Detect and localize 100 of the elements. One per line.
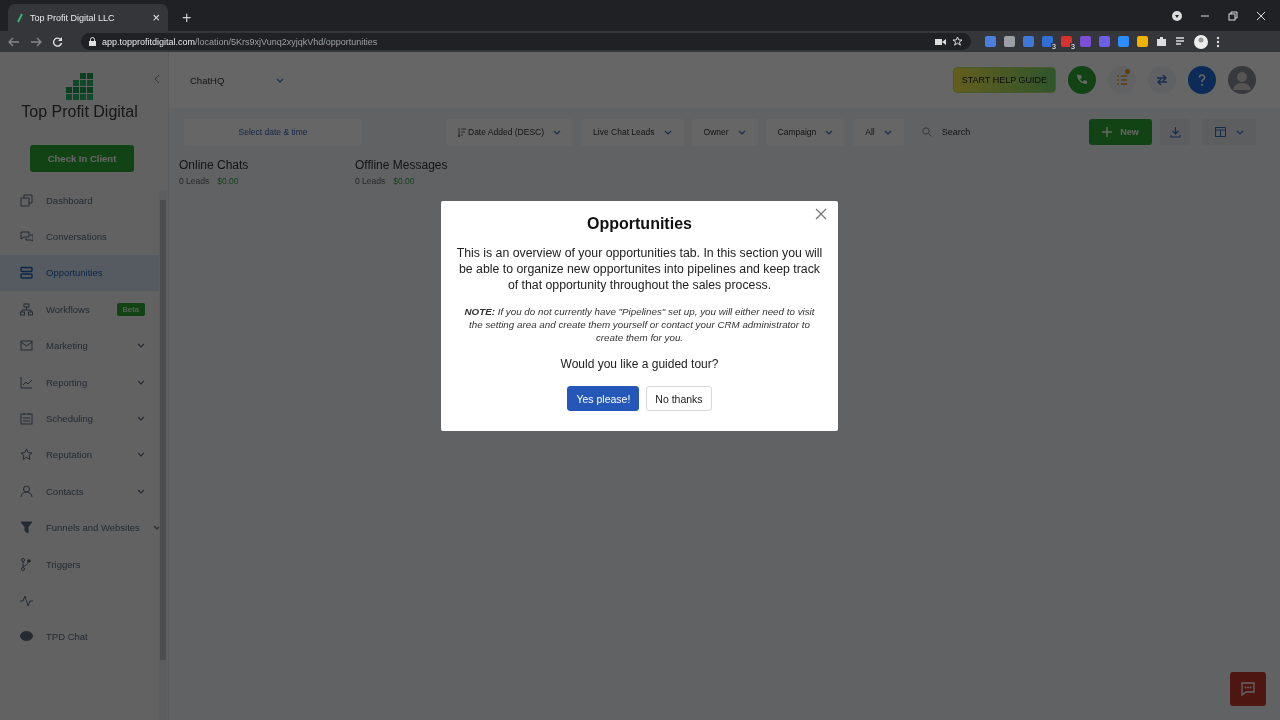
sidebar-item[interactable]: Reporting — [0, 363, 159, 401]
beta-badge: Beta — [116, 302, 145, 316]
restore-icon[interactable] — [1228, 10, 1238, 21]
chevron-down-icon — [137, 343, 145, 349]
new-tab-button[interactable]: + — [182, 9, 192, 27]
chevron-down-icon — [663, 129, 672, 135]
search-icon — [921, 127, 932, 137]
sitemap-icon — [20, 302, 33, 316]
profile-dropdown-icon[interactable] — [1172, 10, 1182, 21]
chevron-down-icon — [137, 488, 145, 494]
chart-line-icon — [20, 375, 33, 389]
new-button[interactable]: New — [1089, 119, 1152, 145]
list-icon — [1116, 75, 1128, 85]
filter-dropdown[interactable]: Date Added (DESC) — [446, 118, 574, 146]
yes-button[interactable]: Yes please! — [567, 386, 640, 411]
camera-icon[interactable] — [935, 37, 946, 46]
sidebar-item[interactable]: Triggers — [0, 545, 159, 583]
collapse-chevron-icon[interactable] — [154, 74, 160, 84]
brand-name: Top Profit Digital — [21, 103, 138, 121]
notification-dot — [1125, 69, 1130, 74]
copy-icon — [20, 193, 33, 207]
chevron-down-icon — [137, 379, 145, 385]
filter-dropdown[interactable]: All — [853, 118, 904, 146]
chevron-down-icon — [137, 452, 145, 458]
pipeline-stage-title: Offline Messages — [355, 158, 449, 172]
pipeline-stage-title: Online Chats — [179, 158, 250, 172]
list-icon — [20, 266, 33, 280]
phone-button[interactable] — [1068, 66, 1096, 94]
download-icon — [1169, 126, 1181, 138]
dialog-message: This is an overview of your opportunities tab. In this section you will be able to organize new opportunites into pipelines and keep track of that opportunity throughout the sales process. — [455, 245, 824, 293]
back-icon[interactable] — [8, 36, 20, 47]
reload-icon[interactable] — [52, 36, 63, 47]
lead-value: $0.00 — [217, 176, 239, 186]
favicon-icon — [16, 12, 24, 23]
star-icon — [20, 448, 33, 462]
plus-icon — [1102, 127, 1113, 137]
calendar-icon — [20, 412, 33, 426]
chevron-down-icon — [825, 129, 834, 135]
lead-value: $0.00 — [393, 176, 415, 186]
puzzle-icon[interactable] — [1156, 36, 1167, 47]
help-guide-button[interactable]: START HELP GUIDE — [952, 67, 1056, 93]
star-icon[interactable] — [952, 36, 963, 47]
sidebar-item[interactable]: Marketing — [0, 327, 159, 364]
browser-tab[interactable]: Top Profit Digital LLC × — [8, 4, 168, 31]
lock-icon — [89, 37, 96, 46]
extension-icon[interactable] — [1080, 36, 1091, 47]
chevron-down-icon — [152, 525, 159, 531]
dialog-note: NOTE: If you do not currently have "Pipelines" set up, you will either need to visit the setting area and create them yourself or contact your CRM administrator to create them for you. — [463, 305, 816, 344]
tab-title: Top Profit Digital LLC — [30, 12, 116, 23]
scrollbar-thumb[interactable] — [160, 200, 166, 660]
forward-icon[interactable] — [30, 36, 42, 47]
address-bar[interactable]: app.topprofitdigital.com/location/5Krs9xjVunq2xyjqkVhd/opportunities — [81, 33, 971, 50]
no-button[interactable]: No thanks — [646, 386, 712, 411]
more-menu-icon[interactable] — [1216, 35, 1220, 48]
download-button[interactable] — [1160, 119, 1190, 145]
sidebar-item[interactable]: Funnels and Websites — [0, 509, 159, 546]
task-list-button[interactable] — [1108, 66, 1136, 94]
sidebar-item[interactable]: Reputation — [0, 436, 159, 474]
question-mark-icon — [1198, 74, 1206, 86]
extension-icon[interactable] — [1099, 36, 1110, 47]
funnel-icon — [20, 521, 33, 535]
check-in-client-button[interactable]: Check In Client — [30, 145, 134, 172]
extension-icon[interactable] — [1118, 36, 1129, 47]
sidebar-item[interactable]: Contacts — [0, 473, 159, 510]
chevron-down-icon — [553, 129, 562, 135]
extension-icon[interactable] — [1137, 36, 1148, 47]
extension-icon[interactable] — [985, 36, 996, 47]
sidebar-item[interactable]: Workflows Beta — [0, 291, 159, 328]
date-picker-field[interactable]: Select date & time — [184, 118, 362, 146]
extension-icon[interactable] — [1004, 36, 1015, 47]
search-field[interactable]: Search — [911, 118, 1062, 146]
help-button[interactable] — [1188, 66, 1216, 94]
columns-icon — [1214, 127, 1226, 137]
chat-bubbles-icon — [20, 230, 33, 244]
dialog-title: Opportunities — [587, 215, 692, 233]
extension-icon[interactable] — [1023, 36, 1034, 47]
sidebar-item[interactable]: Opportunities — [0, 254, 159, 292]
switch-button[interactable] — [1148, 66, 1176, 94]
chevron-down-icon — [276, 77, 285, 83]
chevron-down-icon — [137, 416, 145, 422]
tab-close-button[interactable]: × — [152, 10, 160, 25]
filter-dropdown[interactable]: Live Chat Leads — [581, 118, 684, 146]
avatar-icon[interactable] — [1194, 34, 1208, 49]
bar-chart-logo-icon — [65, 72, 94, 101]
filter-dropdown[interactable]: Owner — [691, 118, 758, 146]
chevron-down-icon — [1235, 129, 1244, 135]
sidebar-item[interactable]: Dashboard — [0, 182, 159, 219]
playlist-icon[interactable] — [1175, 36, 1186, 47]
swap-arrows-icon — [1156, 74, 1168, 86]
account-dropdown[interactable]: ChatHQ — [190, 74, 285, 86]
chat-icon — [20, 630, 33, 644]
filter-dropdown[interactable]: Campaign — [765, 118, 846, 146]
envelope-icon — [20, 339, 33, 353]
column-view-button[interactable] — [1202, 119, 1256, 145]
user-avatar-icon[interactable] — [1228, 66, 1256, 94]
chat-widget-button[interactable] — [1230, 672, 1266, 706]
dialog-question: Would you like a guided tour? — [560, 357, 719, 371]
sort-icon — [458, 127, 466, 137]
pulse-icon — [20, 594, 33, 607]
phone-icon — [1076, 74, 1088, 86]
